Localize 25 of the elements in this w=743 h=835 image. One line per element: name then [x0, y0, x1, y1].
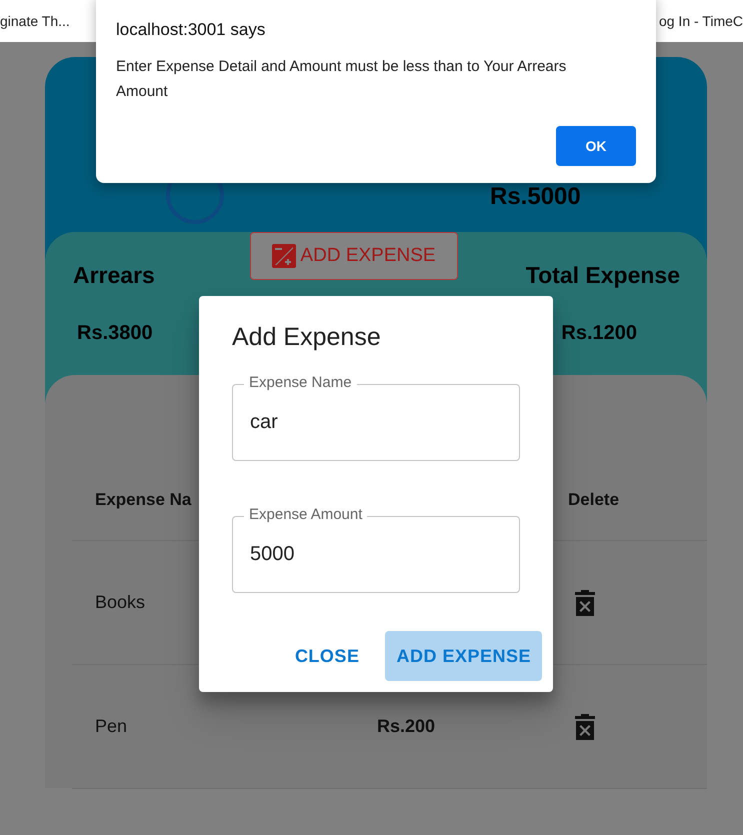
browser-tab-title[interactable]: ginate Th...	[0, 13, 70, 29]
total-expense-value: Rs.1200	[561, 322, 637, 345]
close-button[interactable]: CLOSE	[284, 631, 370, 681]
alert-message: Enter Expense Detail and Amount must be less than to Your Arrears Amount	[116, 57, 568, 102]
table-cell: Rs.200	[377, 716, 436, 737]
input-field[interactable]: Expense Name car	[232, 374, 520, 461]
column-header: Expense Na	[95, 490, 192, 510]
table-cell: Pen	[95, 716, 128, 737]
field-label: Expense Name	[244, 374, 357, 392]
dialog-title: Add Expense	[232, 323, 382, 352]
browser-tab-title[interactable]: og In - TimeC	[658, 13, 743, 29]
arrears-label: Arrears	[73, 262, 156, 289]
alert-title: localhost:3001 says	[116, 20, 266, 40]
table-cell: Books	[95, 592, 146, 613]
budget-value: Rs.5000	[490, 183, 581, 211]
ok-button[interactable]: OK	[556, 126, 636, 166]
arrears-value: Rs.3800	[77, 322, 153, 345]
field-value: 5000	[250, 543, 294, 566]
column-header: Delete	[568, 490, 620, 510]
input-field[interactable]: Expense Amount 5000	[232, 506, 520, 593]
field-label: Expense Amount	[244, 506, 368, 524]
field-value: car	[250, 411, 278, 434]
trash-icon[interactable]	[575, 714, 595, 740]
trash-icon[interactable]	[575, 590, 595, 616]
total-expense-label: Total Expense	[526, 262, 680, 289]
